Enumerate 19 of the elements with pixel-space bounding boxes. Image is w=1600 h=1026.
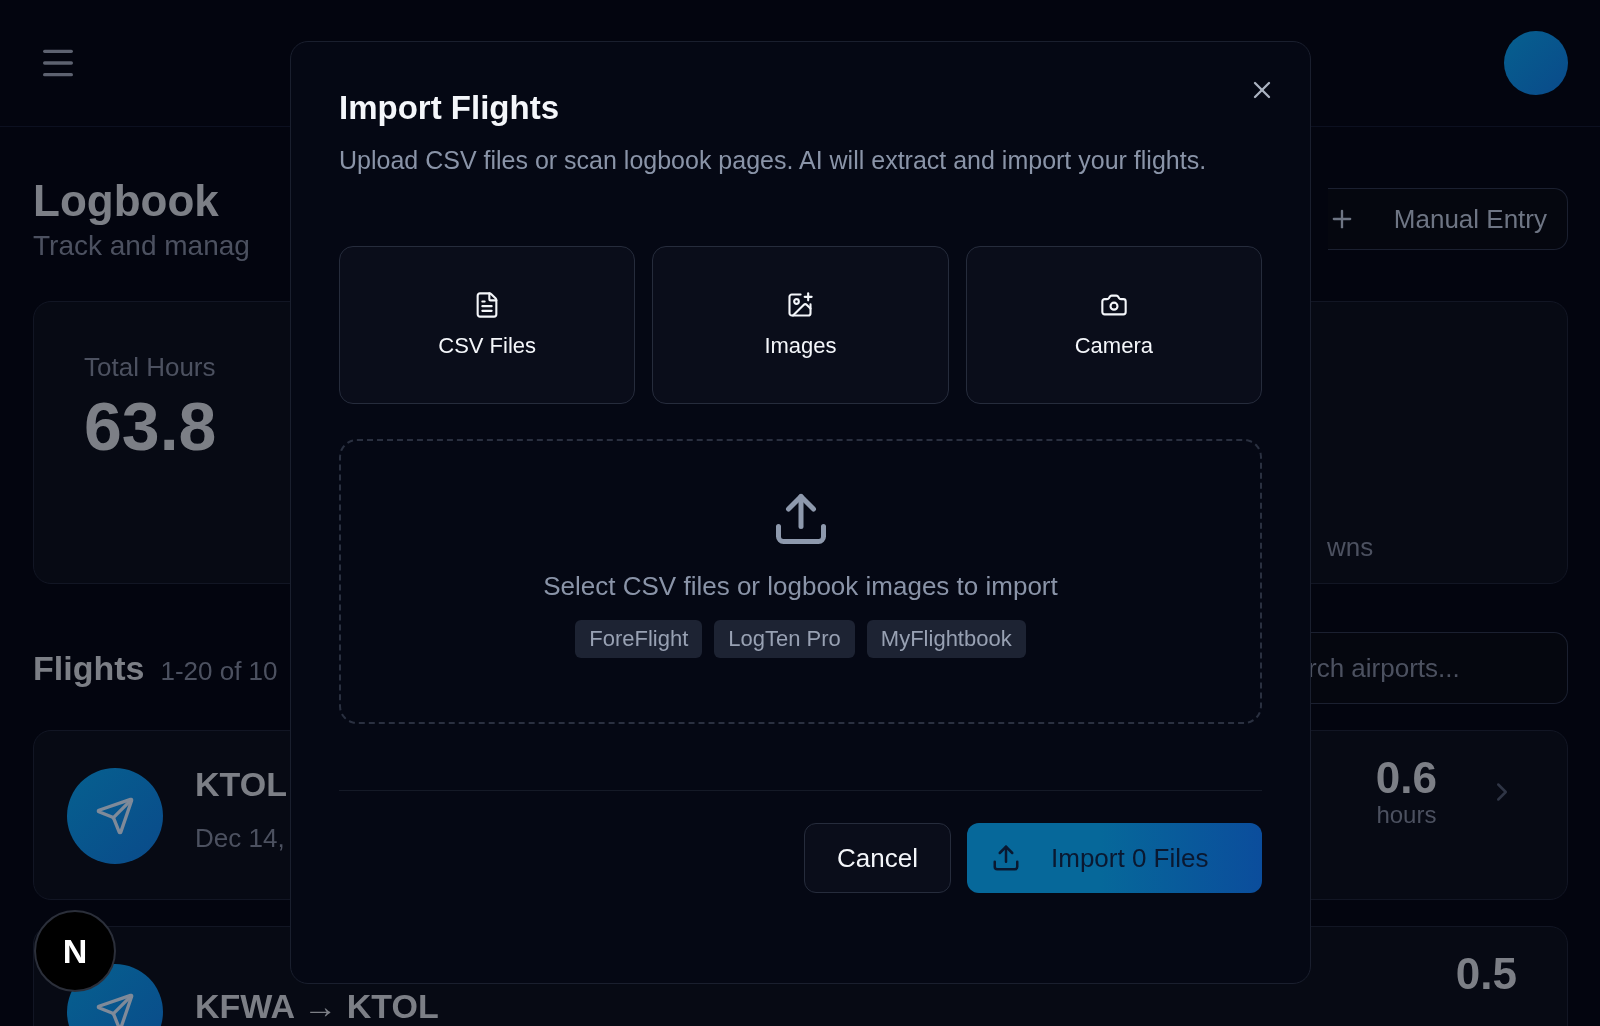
flight-route: KFWA → KTOL [195,986,439,1025]
page-subtitle: Track and manag [33,229,250,263]
flight-date: Dec 14, [195,823,286,854]
dialog-title: Import Flights [339,88,560,128]
dialog-description: Upload CSV files or scan logbook pages. AI will extract and import your flights. [339,145,1208,176]
flight-count: 1-20 of 10 [160,655,278,687]
stat-value: 63.8 [84,387,217,465]
flight-hours: 0.5 [1455,951,1517,997]
format-tag: ForeFlight [575,620,703,658]
stat-label: wns [1327,531,1375,564]
stat-label: Total Hours [84,352,217,383]
page-title: Logbook [33,175,220,227]
section-title: Flights [33,648,145,688]
drop-zone-text: Select CSV files or logbook images to import [543,571,1058,602]
flight-hours: 0.6 [1375,755,1437,801]
flight-route: KTOL [195,765,287,803]
format-tag: MyFlightbook [866,620,1026,658]
format-tag: LogTen Pro [714,620,855,658]
hours-unit: hours [1375,801,1437,829]
